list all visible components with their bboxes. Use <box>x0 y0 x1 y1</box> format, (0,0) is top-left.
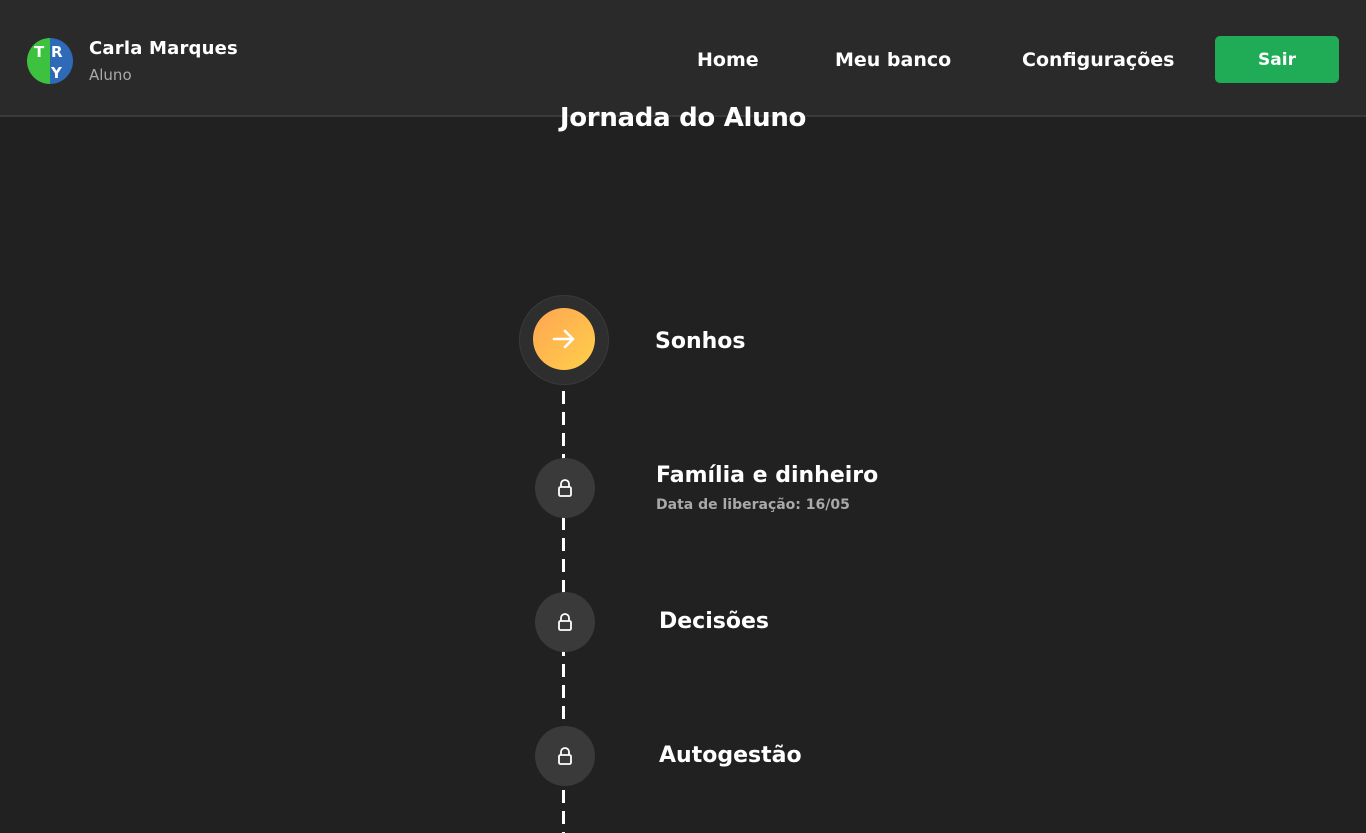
logo-letter-y: Y <box>50 64 63 82</box>
user-name: Carla Marques <box>89 38 238 59</box>
arrow-right-icon <box>552 329 575 349</box>
step-familia-label: Família e dinheiro <box>656 463 879 488</box>
step-autogestao-label: Autogestão <box>659 743 802 768</box>
step-sonhos-button[interactable] <box>533 308 595 370</box>
top-header: T R Y Carla Marques Aluno Home Meu banco… <box>0 0 1366 117</box>
page-title: Jornada do Aluno <box>559 103 807 133</box>
logo-letter-r: R <box>51 43 63 61</box>
step-familia-icon-circle <box>535 458 595 518</box>
step-sonhos-label[interactable]: Sonhos <box>655 329 746 354</box>
lock-icon <box>558 479 572 497</box>
nav-my-bank-link[interactable]: Meu banco <box>835 49 951 71</box>
logout-button[interactable]: Sair <box>1215 36 1339 83</box>
step-familia-release-date: Data de liberação: 16/05 <box>656 497 850 513</box>
lock-icon <box>558 747 572 765</box>
nav-settings-link[interactable]: Configurações <box>1022 49 1174 71</box>
step-decisoes-icon-circle <box>535 592 595 652</box>
try-logo: T R Y <box>27 38 73 84</box>
step-autogestao-icon-circle <box>535 726 595 786</box>
user-role: Aluno <box>89 66 132 84</box>
logo-letter-t: T <box>34 43 45 61</box>
lock-icon <box>558 613 572 631</box>
step-decisoes-label: Decisões <box>659 609 769 634</box>
nav-home-link[interactable]: Home <box>697 49 759 71</box>
